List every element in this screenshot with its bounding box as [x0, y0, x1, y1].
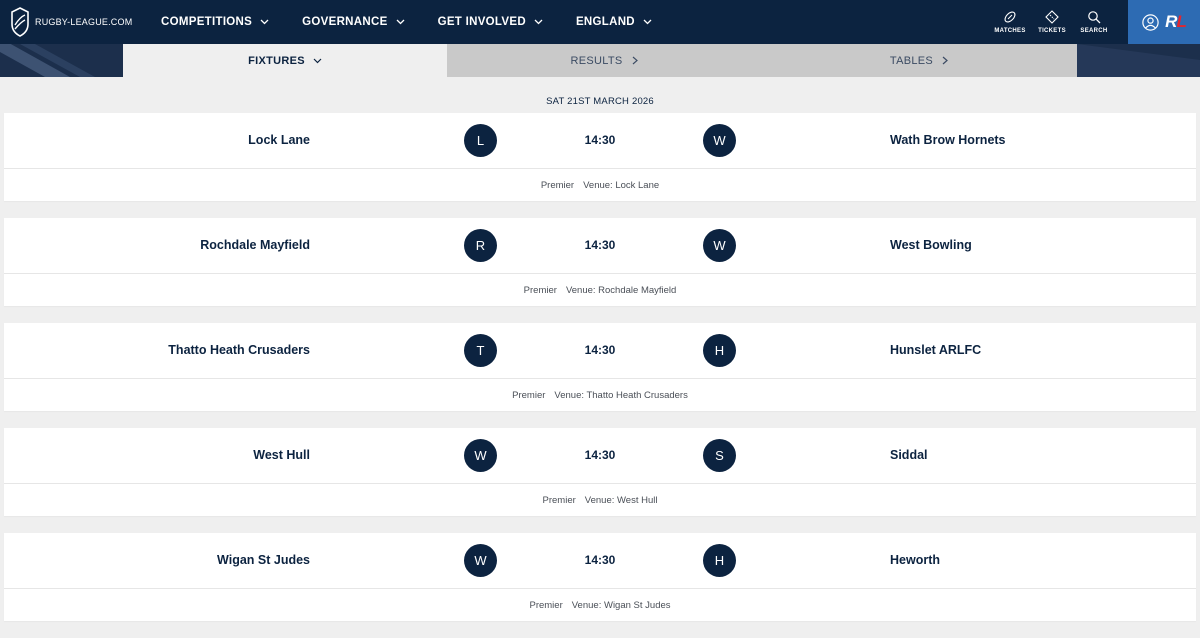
decorative-stripes-left — [0, 44, 123, 77]
home-team-badge: T — [464, 334, 497, 367]
decorative-stripes-right — [1077, 44, 1200, 77]
tickets-label: TICKETS — [1038, 28, 1066, 34]
header-tools: MATCHES TICKETS SEARCH — [989, 0, 1115, 44]
away-team-badge: H — [703, 334, 736, 367]
matches-button[interactable]: MATCHES — [989, 0, 1031, 44]
tab-tables[interactable]: TABLES — [762, 44, 1077, 77]
fixture-card[interactable]: Thatto Heath Crusaders T 14:30 H Hunslet… — [4, 323, 1196, 411]
tab-tables-label: TABLES — [889, 54, 934, 67]
competition-name: Premier — [540, 179, 575, 191]
away-team-name: Heworth — [890, 553, 940, 567]
nav-competitions[interactable]: COMPETITIONS — [161, 16, 269, 28]
away-team-badge: W — [703, 124, 736, 157]
chevron-down-icon — [643, 19, 652, 25]
tickets-button[interactable]: TICKETS — [1031, 0, 1073, 44]
home-team-badge: R — [464, 229, 497, 262]
away-team-name: Hunslet ARLFC — [890, 343, 982, 357]
search-button[interactable]: SEARCH — [1073, 0, 1115, 44]
fixture-teams-row: Rochdale Mayfield R 14:30 W West Bowling — [4, 218, 1196, 274]
chevron-right-icon — [632, 56, 638, 65]
nav-england[interactable]: ENGLAND — [576, 16, 652, 28]
rl-logo-accent: L — [1176, 12, 1186, 31]
search-label: SEARCH — [1080, 28, 1108, 34]
fixture-meta: Premier Venue: Wigan St Judes — [4, 589, 1196, 621]
rugby-league-shield-icon — [11, 7, 29, 37]
nav-governance[interactable]: GOVERNANCE — [302, 16, 405, 28]
chevron-down-icon — [313, 58, 322, 63]
home-team-name: Thatto Heath Crusaders — [168, 343, 310, 357]
home-team-name: Rochdale Mayfield — [200, 238, 310, 252]
away-team-badge: H — [703, 544, 736, 577]
fixture-card[interactable]: Wigan St Judes W 14:30 H Heworth Premier… — [4, 533, 1196, 621]
chevron-down-icon — [260, 19, 269, 25]
chevron-down-icon — [534, 19, 543, 25]
rl-brand-logo: RL — [1165, 12, 1187, 32]
home-team-name: West Hull — [253, 448, 310, 462]
home-team-name: Lock Lane — [248, 133, 310, 147]
tab-results-label: RESULTS — [570, 54, 623, 67]
fixture-teams-row: Lock Lane L 14:30 W Wath Brow Hornets — [4, 113, 1196, 169]
away-team-name: Wath Brow Hornets — [890, 133, 1006, 147]
venue-name: Venue: West Hull — [584, 494, 658, 506]
rl-logo-main: R — [1165, 12, 1177, 31]
competition-name: Premier — [529, 599, 563, 611]
away-team-badge: W — [703, 229, 736, 262]
tab-results[interactable]: RESULTS — [447, 44, 762, 77]
search-icon — [1088, 11, 1101, 24]
user-icon — [1142, 13, 1159, 31]
chevron-down-icon — [396, 19, 405, 25]
nav-get-involved[interactable]: GET INVOLVED — [438, 16, 543, 28]
site-logo-text: RUGBY-LEAGUE.COM — [35, 17, 133, 27]
fixtures-tab-bar: FIXTURES RESULTS TABLES — [0, 44, 1200, 77]
ticket-icon — [1045, 10, 1059, 24]
matches-label: MATCHES — [994, 28, 1026, 34]
home-team-name: Wigan St Judes — [217, 553, 310, 567]
venue-name: Venue: Wigan St Judes — [571, 599, 671, 611]
rugby-ball-icon — [1004, 11, 1016, 23]
tab-fixtures[interactable]: FIXTURES — [123, 44, 447, 77]
fixture-teams-row: Thatto Heath Crusaders T 14:30 H Hunslet… — [4, 323, 1196, 379]
competition-name: Premier — [523, 284, 557, 296]
away-team-badge: S — [703, 439, 736, 472]
kickoff-time: 14:30 — [584, 448, 616, 462]
away-team-name: West Bowling — [890, 238, 972, 252]
fixture-meta: Premier Venue: Lock Lane — [4, 169, 1196, 201]
home-team-badge: W — [464, 439, 497, 472]
fixture-meta: Premier Venue: Rochdale Mayfield — [4, 274, 1196, 306]
site-logo[interactable]: RUGBY-LEAGUE.COM — [10, 6, 132, 38]
tab-fixtures-label: FIXTURES — [248, 54, 305, 67]
competition-name: Premier — [542, 494, 576, 506]
fixture-teams-row: Wigan St Judes W 14:30 H Heworth — [4, 533, 1196, 589]
fixture-card[interactable]: Rochdale Mayfield R 14:30 W West Bowling… — [4, 218, 1196, 306]
kickoff-time: 14:30 — [584, 238, 616, 252]
fixture-date-heading: SAT 21ST MARCH 2026 — [546, 96, 654, 107]
account-area[interactable]: RL — [1128, 0, 1200, 44]
venue-name: Venue: Thatto Heath Crusaders — [554, 389, 688, 401]
venue-name: Venue: Rochdale Mayfield — [565, 284, 677, 296]
nav-england-label: ENGLAND — [575, 16, 635, 28]
competition-name: Premier — [512, 389, 546, 401]
fixture-teams-row: West Hull W 14:30 S Siddal — [4, 428, 1196, 484]
fixture-meta: Premier Venue: Thatto Heath Crusaders — [4, 379, 1196, 411]
top-navigation-bar: RUGBY-LEAGUE.COM COMPETITIONS GOVERNANCE… — [0, 0, 1200, 44]
home-team-badge: L — [464, 124, 497, 157]
fixture-meta: Premier Venue: West Hull — [4, 484, 1196, 516]
kickoff-time: 14:30 — [584, 343, 616, 357]
kickoff-time: 14:30 — [584, 553, 616, 567]
chevron-right-icon — [942, 56, 948, 65]
home-team-badge: W — [464, 544, 497, 577]
fixture-card[interactable]: Lock Lane L 14:30 W Wath Brow Hornets Pr… — [4, 113, 1196, 201]
fixture-card[interactable]: West Hull W 14:30 S Siddal Premier Venue… — [4, 428, 1196, 516]
nav-get-involved-label: GET INVOLVED — [437, 16, 526, 28]
nav-governance-label: GOVERNANCE — [302, 16, 388, 28]
main-nav: COMPETITIONS GOVERNANCE GET INVOLVED ENG… — [161, 0, 685, 44]
fixtures-list: Lock Lane L 14:30 W Wath Brow Hornets Pr… — [4, 113, 1196, 638]
nav-competitions-label: COMPETITIONS — [161, 16, 253, 28]
kickoff-time: 14:30 — [584, 133, 616, 147]
away-team-name: Siddal — [890, 448, 928, 462]
venue-name: Venue: Lock Lane — [583, 179, 660, 191]
